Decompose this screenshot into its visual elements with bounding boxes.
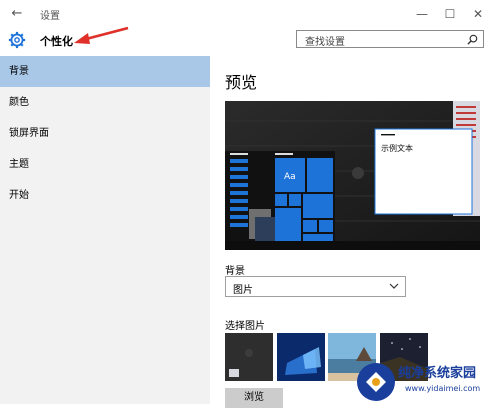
sample-text: 示例文本 [381,143,413,153]
sidebar-item-colors[interactable]: 颜色 [0,87,210,118]
back-button[interactable]: ← [6,4,28,24]
watermark-url: www.yidaimei.com [405,384,481,393]
picture-thumbnail[interactable] [225,333,273,381]
picture-thumbnail[interactable] [277,333,325,381]
gear-icon [8,31,26,49]
window-title: 设置 [40,11,60,22]
background-dropdown[interactable]: 图片 [225,276,406,297]
background-dropdown-value: 图片 [233,285,253,296]
sidebar-item-background[interactable]: 背景 [0,56,210,87]
chevron-down-icon [389,283,399,289]
sidebar-item-themes[interactable]: 主题 [0,149,210,180]
preview-image: 示例文本 Aa [225,101,480,250]
choose-picture-label: 选择图片 [225,321,265,332]
search-input[interactable]: 查找设置 [296,30,484,48]
minimize-button[interactable]: — [410,4,434,24]
maximize-button[interactable]: ☐ [438,4,462,24]
browse-button[interactable]: 浏览 [225,388,283,408]
preview-tile-text: Aa [284,172,296,182]
annotation-arrow [74,26,129,44]
windows-logo-thumbnail [277,333,325,381]
sidebar: 背景 颜色 锁屏界面 主题 开始 [0,56,210,404]
search-icon[interactable] [467,34,478,45]
desktop-preview: 示例文本 Aa [225,101,480,250]
sidebar-item-lock-screen[interactable]: 锁屏界面 [0,118,210,149]
search-placeholder: 查找设置 [305,37,345,48]
sidebar-item-start[interactable]: 开始 [0,180,210,211]
close-button[interactable]: ✕ [466,4,490,24]
page-title: 个性化 [40,35,73,48]
dark-wood-thumbnail [225,333,273,381]
watermark-text: 纯净系统家园 [398,366,477,381]
preview-heading: 预览 [225,73,258,92]
background-label: 背景 [225,266,245,277]
